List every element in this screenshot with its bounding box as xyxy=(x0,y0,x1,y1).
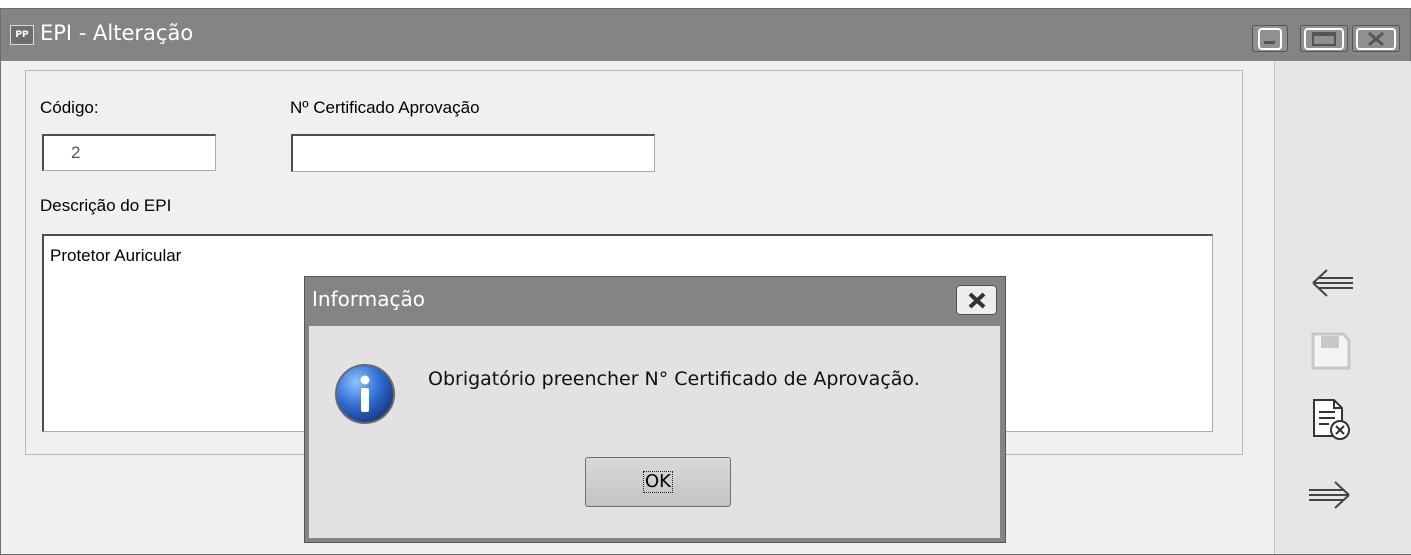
certificado-field[interactable] xyxy=(291,134,655,172)
close-button[interactable] xyxy=(1352,25,1400,52)
dialog-body: Obrigatório preencher N° Certificado de … xyxy=(309,326,1000,538)
codigo-label: Código: xyxy=(40,98,99,117)
save-icon xyxy=(1311,332,1351,370)
close-icon xyxy=(968,292,986,309)
codigo-field[interactable]: 2 xyxy=(42,134,216,171)
minimize-button[interactable] xyxy=(1252,25,1288,52)
dialog-message: Obrigatório preencher N° Certificado de … xyxy=(428,368,920,390)
minimize-icon xyxy=(1258,28,1282,50)
information-dialog: Informação Obrigatório preencher N° Cert… xyxy=(304,276,1006,543)
cancel-button[interactable] xyxy=(1305,394,1355,444)
maximize-icon xyxy=(1304,28,1344,50)
side-toolbar xyxy=(1274,61,1411,554)
app-icon: PP xyxy=(10,25,34,45)
certificado-label: Nº Certificado Aprovação xyxy=(290,98,480,117)
cancel-document-icon xyxy=(1313,399,1350,440)
close-icon xyxy=(1356,28,1396,50)
previous-button[interactable] xyxy=(1305,258,1355,308)
maximize-button[interactable] xyxy=(1300,25,1348,52)
ok-button[interactable]: OK xyxy=(585,457,731,507)
descricao-label: Descrição do EPI xyxy=(40,196,172,215)
dialog-close-button[interactable] xyxy=(956,285,997,315)
next-button[interactable] xyxy=(1305,470,1355,520)
information-icon xyxy=(335,364,395,424)
window-title: EPI - Alteração xyxy=(40,21,194,45)
arrow-right-icon xyxy=(1309,481,1350,509)
window-titlebar[interactable]: PP EPI - Alteração xyxy=(1,9,1410,61)
dialog-title: Informação xyxy=(312,287,425,311)
ok-button-label: OK xyxy=(643,471,673,493)
save-button[interactable] xyxy=(1305,324,1355,374)
arrow-left-icon xyxy=(1312,269,1353,297)
